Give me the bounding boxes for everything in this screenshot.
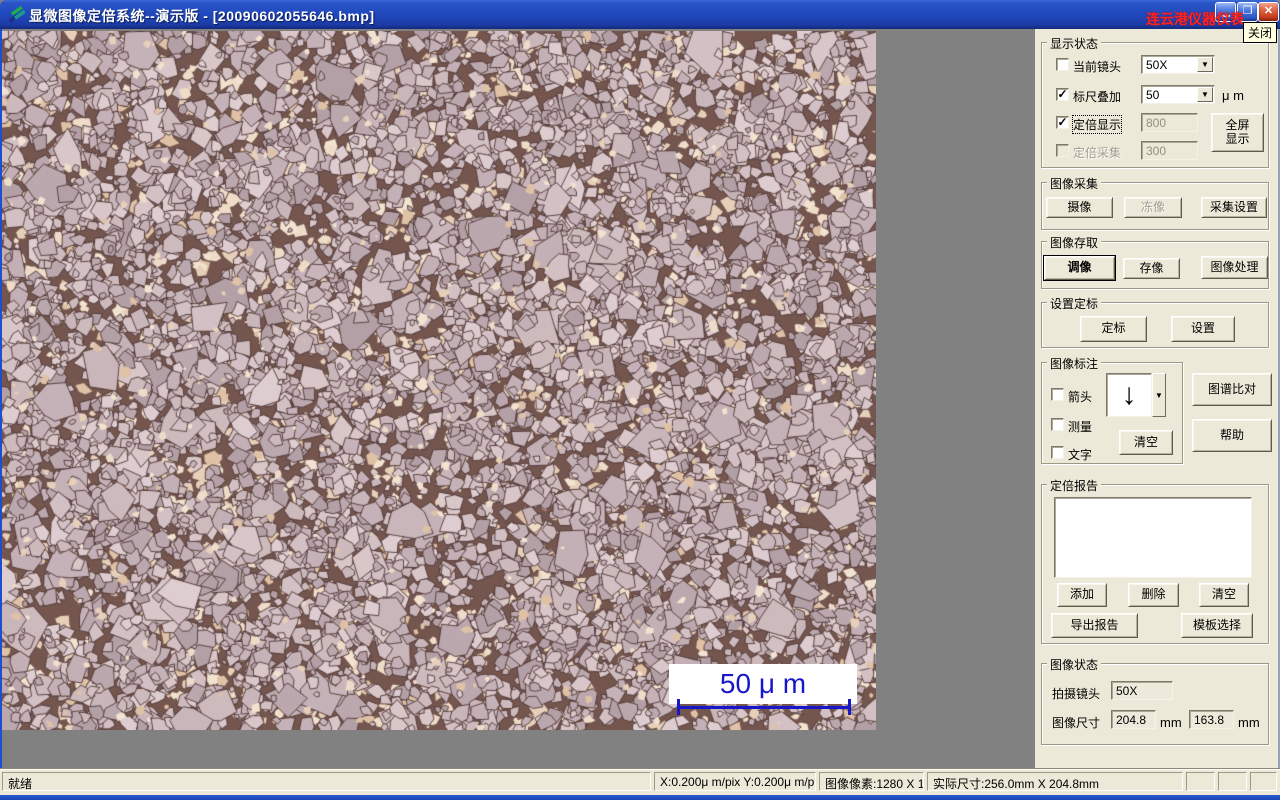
scale-bar-label-box: 50 μ m [669,664,857,704]
current-lens-label: 当前镜头 [1073,60,1122,74]
lens-field: 50X [1111,681,1173,700]
status-image-pixels: 图像像素:1280 X 1024 [819,772,924,791]
measure-checkbox[interactable] [1051,418,1064,431]
load-image-button[interactable]: 调像 [1044,256,1115,280]
arrow-style-dropdown-icon[interactable]: ▼ [1152,373,1166,417]
template-select-button[interactable]: 模板选择 [1181,613,1253,638]
arrow-checkbox[interactable] [1051,388,1064,401]
fixed-display-label: 定倍显示 [1071,115,1123,134]
fixed-display-input: 800 [1141,113,1198,132]
status-empty-1 [1186,772,1215,791]
ruler-unit-label: μ m [1222,88,1244,103]
micrograph-image [2,31,876,730]
status-empty-3 [1250,772,1277,791]
report-add-button[interactable]: 添加 [1057,583,1107,607]
arrow-checkbox-label: 箭头 [1068,390,1093,404]
group-display-status-legend: 显示状态 [1047,35,1102,52]
group-storage-legend: 图像存取 [1047,234,1102,251]
group-calibration-legend: 设置定标 [1047,295,1102,312]
group-capture-legend: 图像采集 [1047,175,1102,192]
report-clear-button[interactable]: 清空 [1199,583,1249,607]
status-pixel-scale: X:0.200μ m/pix Y:0.200μ m/pix [654,772,816,791]
application-window: { "window": { "title": "显微图像定倍系统--演示版 - … [0,0,1280,800]
shoot-button[interactable]: 摄像 [1046,197,1113,218]
close-tooltip: 关闭 [1243,22,1278,43]
freeze-button: 冻像 [1124,197,1182,218]
current-lens-combobox[interactable]: 50X ▼ [1141,55,1215,74]
fixed-capture-checkbox [1056,144,1069,157]
vendor-overlay-text: 连云港仪器仪表 [1146,11,1244,27]
image-width-unit: mm [1160,715,1182,730]
group-report-legend: 定倍报告 [1047,477,1102,494]
fixed-capture-input: 300 [1141,141,1198,160]
export-report-button[interactable]: 导出报告 [1051,613,1138,638]
measure-checkbox-label: 测量 [1068,420,1093,434]
capture-settings-button[interactable]: 采集设置 [1201,197,1267,218]
lens-field-label: 拍摄镜头 [1052,687,1101,701]
ruler-overlay-checkbox[interactable]: ✓ [1056,88,1069,101]
window-title: 显微图像定倍系统--演示版 - [20090602055646.bmp] [29,8,375,24]
report-listbox[interactable] [1054,497,1252,578]
fullscreen-button[interactable]: 全屏 显示 [1211,113,1264,152]
status-ready: 就绪 [2,772,651,791]
group-annotation-legend: 图像标注 [1047,355,1102,372]
ruler-dropdown-icon[interactable]: ▼ [1197,87,1213,102]
app-icon [8,5,26,23]
calibration-set-button[interactable]: 设置 [1171,316,1235,342]
scale-bar-tick-right [848,699,851,715]
atlas-compare-button[interactable]: 图谱比对 [1192,373,1272,406]
group-image-status: 图像状态 [1041,656,1269,745]
image-height-unit: mm [1238,715,1260,730]
current-lens-checkbox[interactable] [1056,58,1069,71]
image-process-button[interactable]: 图像处理 [1201,256,1268,279]
group-image-status-legend: 图像状态 [1047,656,1102,673]
status-actual-size: 实际尺寸:256.0mm X 204.8mm [927,772,1183,791]
scale-bar-line [678,706,851,709]
save-image-button[interactable]: 存像 [1123,258,1180,279]
text-checkbox[interactable] [1051,446,1064,459]
current-lens-value: 50X [1146,58,1168,72]
current-lens-dropdown-icon[interactable]: ▼ [1197,57,1213,72]
status-empty-2 [1218,772,1247,791]
fullscreen-button-label: 全屏 显示 [1225,117,1250,146]
arrow-style-preview[interactable]: ↓ [1106,373,1152,417]
image-size-label: 图像尺寸 [1052,716,1101,730]
image-width-field: 204.8 [1111,710,1156,729]
close-button[interactable]: ✕ [1258,2,1279,22]
report-delete-button[interactable]: 删除 [1128,583,1179,607]
title-bar: 显微图像定倍系统--演示版 - [20090602055646.bmp] ▁ ❐… [0,0,1280,29]
ruler-value: 50 [1146,88,1160,102]
ruler-overlay-label: 标尺叠加 [1073,90,1122,104]
fixed-capture-label: 定倍采集 [1073,146,1122,160]
image-height-field: 163.8 [1189,710,1234,729]
calibrate-button[interactable]: 定标 [1080,316,1147,342]
ruler-value-combobox[interactable]: 50 ▼ [1141,85,1215,104]
scale-bar-label: 50 μ m [719,668,807,699]
micrograph-viewer: 50 μ m [2,31,876,730]
scale-bar-tick-left [677,699,680,715]
text-checkbox-label: 文字 [1068,448,1093,462]
arrow-glyph-icon: ↓ [1121,378,1137,411]
help-button[interactable]: 帮助 [1192,419,1272,452]
annotation-clear-button[interactable]: 清空 [1119,430,1173,455]
fixed-display-checkbox[interactable]: ✓ [1056,116,1069,129]
